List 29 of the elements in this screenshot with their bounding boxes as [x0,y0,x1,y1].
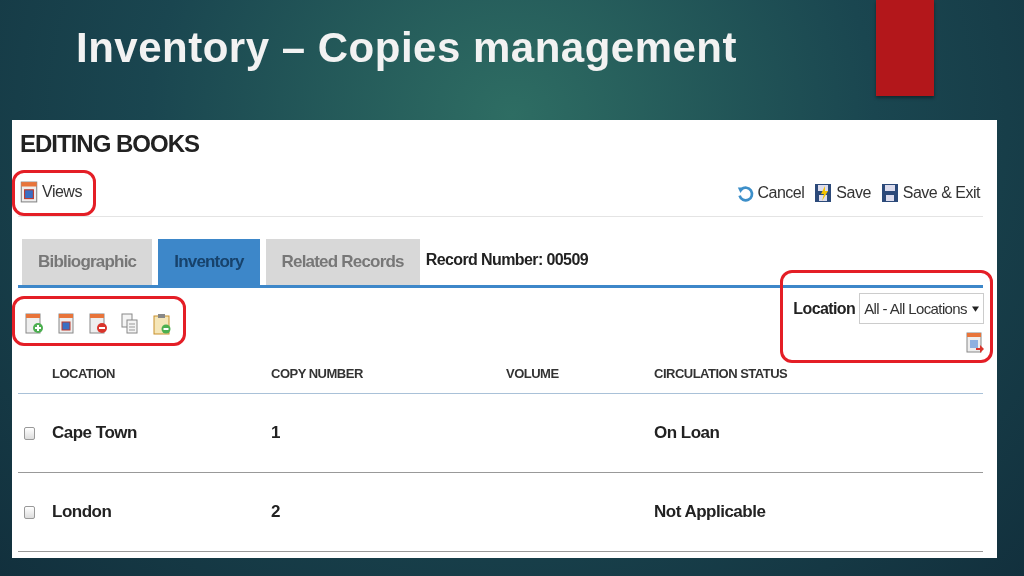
table-cell-text: 1 [271,423,281,443]
record-number: Record Number: 00509 [425,251,588,269]
export-icon[interactable] [966,332,984,354]
row-checkbox[interactable] [24,505,35,519]
cancel-button[interactable]: Cancel [732,182,808,204]
save-exit-button[interactable]: Save & Exit [877,182,983,204]
location-dropdown[interactable]: All - All Locations [859,293,984,324]
table-cell-text: 2 [271,502,281,522]
column-header: COPY NUMBER [271,365,364,381]
document-icon[interactable] [57,313,75,335]
caret-icon [972,305,979,312]
table-cell-text: London [52,502,113,522]
remove-document-icon[interactable] [89,313,107,335]
row-checkbox[interactable] [24,426,35,440]
column-header: LOCATION [52,365,116,381]
add-document-icon[interactable] [25,313,43,335]
save-button[interactable]: Save [811,182,874,204]
column-header: VOLUME [506,365,560,381]
column-header: CIRCULATION STATUS [654,365,789,381]
slide-title: Inventory – Copies management [76,24,737,72]
location-label: Location [793,299,856,318]
clipboard-icon[interactable] [153,313,171,335]
page-heading: EDITING BOOKS [20,130,200,158]
table-cell-text: Not Applicable [654,502,767,522]
table-cell-text: Cape Town [52,423,138,443]
views-button[interactable]: Views [17,181,85,203]
document-icon [20,181,38,203]
copy-icon[interactable] [121,313,139,335]
table-cell-text: On Loan [654,423,721,443]
